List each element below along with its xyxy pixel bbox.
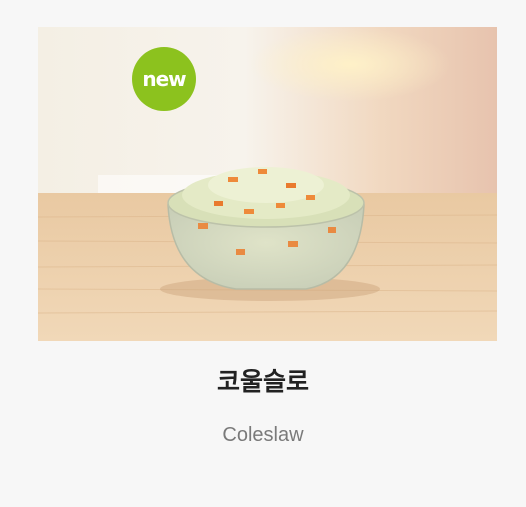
product-card[interactable]: new 코울슬로 Coleslaw — [0, 0, 526, 507]
new-badge: new — [132, 47, 196, 111]
product-name-english: Coleslaw — [222, 424, 304, 446]
product-name-korean[interactable]: 코울슬로 — [0, 362, 526, 398]
coleslaw-photo — [38, 27, 497, 341]
product-image[interactable]: new — [38, 27, 497, 341]
